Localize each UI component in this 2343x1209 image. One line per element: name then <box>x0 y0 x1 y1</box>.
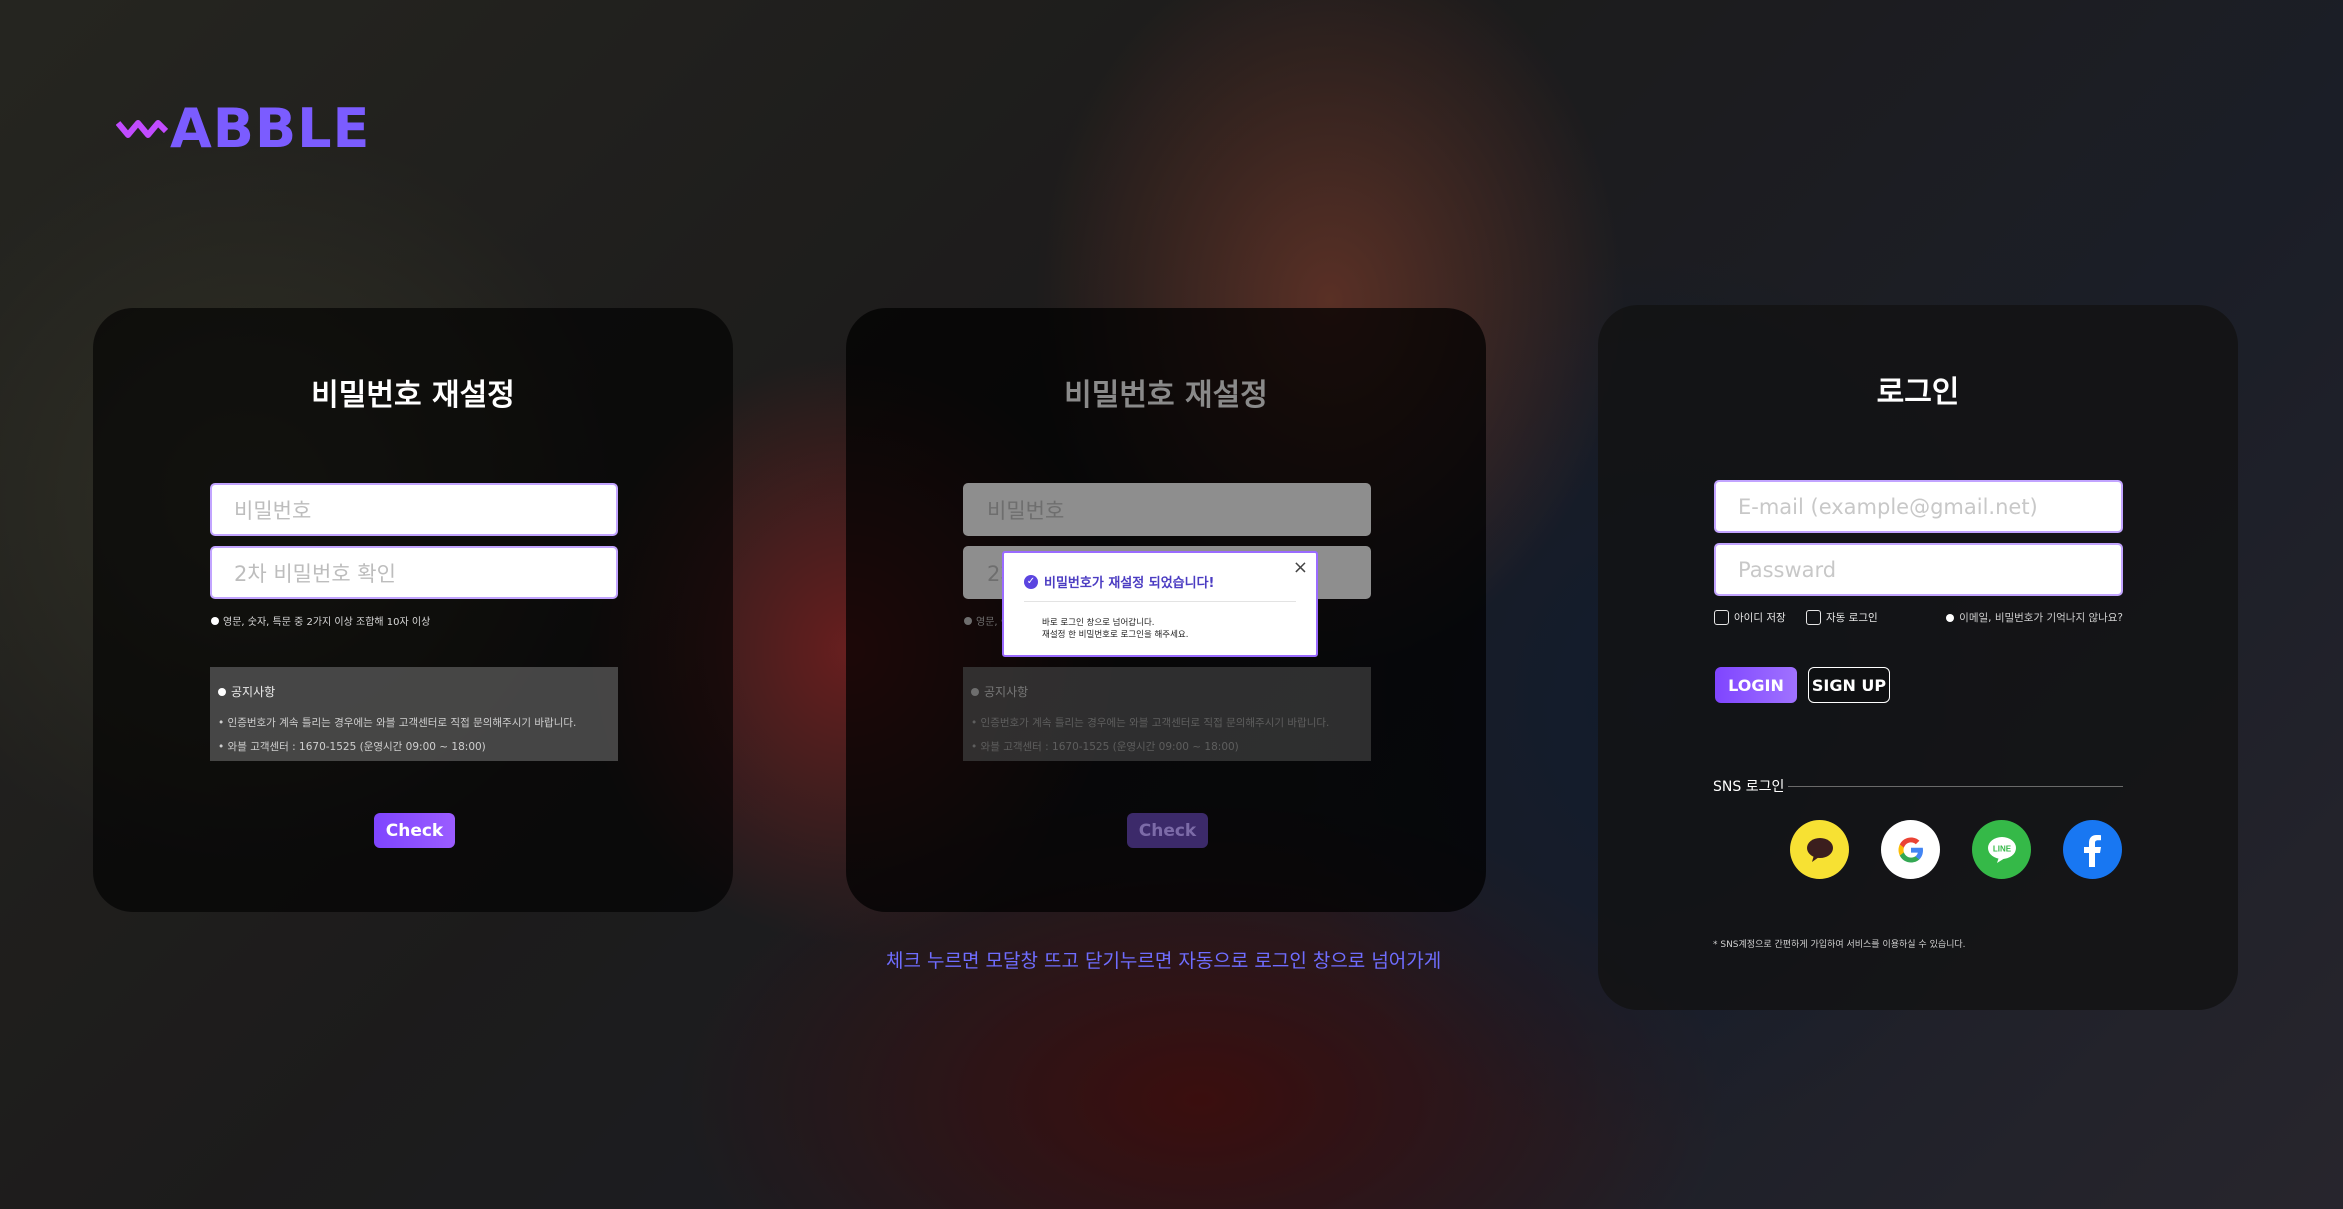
close-icon[interactable]: × <box>1293 557 1308 578</box>
password-input[interactable]: 비밀번호 <box>210 483 618 536</box>
modal-body-line: 바로 로그인 창으로 넘어갑니다. <box>1042 618 1155 628</box>
notice-line: • 인증번호가 계속 틀리는 경우에는 와블 고객센터로 직접 문의해주시기 바… <box>971 717 1330 729</box>
flow-caption-text: 체크 누르면 모달창 뜨고 닫기누르면 자동으로 로그인 창으로 넘어가게 <box>886 950 1442 972</box>
notice-line: • 와블 고객센터 : 1670-1525 (운영시간 09:00 ~ 18:0… <box>218 741 486 753</box>
brand-name: ABBLE <box>170 97 371 160</box>
google-icon[interactable] <box>1881 820 1940 879</box>
modal-title-text: 비밀번호가 재설정 되었습니다! <box>1044 576 1215 591</box>
password-confirm-input[interactable]: 2차 비밀번호 확인 <box>210 546 618 599</box>
notice-title-text: 공지사항 <box>231 685 276 699</box>
login-panel: 로그인 E-mail (example@gmail.net) Passward … <box>1598 305 2238 1010</box>
bullet-icon <box>971 687 979 696</box>
kakao-icon[interactable] <box>1790 820 1849 879</box>
forgot-credentials-link[interactable]: 이메일, 비밀번호가 기억나지 않나요? <box>1946 610 2123 625</box>
bullet-icon <box>964 616 972 625</box>
password-reset-panel: 비밀번호 재설정 비밀번호 2차 비밀번호 확인 영문, 숫자, 특문 중 2가… <box>93 308 733 912</box>
login-title: 로그인 <box>1876 375 1960 410</box>
password-hint-text: 영문, 숫자, 특문 중 2가지 이상 조합해 10자 이상 <box>223 617 431 628</box>
notice-line: • 와블 고객센터 : 1670-1525 (운영시간 09:00 ~ 18:0… <box>971 741 1239 753</box>
modal-body: 바로 로그인 창으로 넘어갑니다. 재설정 한 비밀번호로 로그인을 해주세요. <box>1042 617 1188 641</box>
bullet-icon <box>211 616 219 625</box>
auto-login-label: 자동 로그인 <box>1826 612 1878 624</box>
notice-title-text: 공지사항 <box>984 685 1029 699</box>
notice-box: 공지사항 • 인증번호가 계속 틀리는 경우에는 와블 고객센터로 직접 문의해… <box>963 667 1371 761</box>
password-hint: 영문, 숫자, 특문 중 2가지 이상 조합해 10자 이상 <box>211 613 430 628</box>
notice-box: 공지사항 • 인증번호가 계속 틀리는 경우에는 와블 고객센터로 직접 문의해… <box>210 667 618 761</box>
modal-body-line: 재설정 한 비밀번호로 로그인을 해주세요. <box>1042 630 1189 640</box>
check-circle-icon: ✓ <box>1024 574 1038 589</box>
forgot-credentials-text[interactable]: 이메일, 비밀번호가 기억나지 않나요? <box>1959 610 2123 625</box>
auto-login-checkbox[interactable]: 자동 로그인 <box>1806 610 1878 625</box>
password-input[interactable]: Passward <box>1714 543 2123 596</box>
notice-title: 공지사항 <box>218 683 610 700</box>
sns-icons: LINE <box>1790 820 2122 879</box>
logo-wave-icon <box>116 120 168 138</box>
brand-logo[interactable]: ABBLE <box>116 102 370 156</box>
reset-success-modal: ✓ 비밀번호가 재설정 되었습니다! × 바로 로그인 창으로 넘어갑니다. 재… <box>1002 551 1318 657</box>
check-button: Check <box>1127 813 1208 848</box>
notice-line: • 인증번호가 계속 틀리는 경우에는 와블 고객센터로 직접 문의해주시기 바… <box>218 717 577 729</box>
save-id-checkbox[interactable]: 아이디 저장 <box>1714 610 1786 625</box>
sns-divider <box>1788 786 2123 787</box>
sns-note: * SNS계정으로 간편하게 가입하여 서비스를 이용하실 수 있습니다. <box>1713 940 1966 950</box>
checkbox-icon[interactable] <box>1714 610 1729 625</box>
notice-title: 공지사항 <box>971 683 1363 700</box>
sns-login-label: SNS 로그인 <box>1713 779 1785 795</box>
facebook-icon[interactable] <box>2063 820 2122 879</box>
check-button[interactable]: Check <box>374 813 455 848</box>
login-options: 아이디 저장 자동 로그인 이메일, 비밀번호가 기억나지 않나요? <box>1714 610 2123 628</box>
modal-title: ✓ 비밀번호가 재설정 되었습니다! <box>1024 572 1214 591</box>
bullet-icon <box>218 687 226 696</box>
login-button[interactable]: LOGIN <box>1715 667 1797 703</box>
save-id-label: 아이디 저장 <box>1734 612 1786 624</box>
bullet-icon <box>1946 613 1955 622</box>
page-title: 비밀번호 재설정 <box>311 378 515 413</box>
line-icon[interactable]: LINE <box>1972 820 2031 879</box>
checkbox-icon[interactable] <box>1806 610 1821 625</box>
modal-divider <box>1024 601 1296 602</box>
signup-button[interactable]: SIGN UP <box>1808 667 1890 703</box>
email-input[interactable]: E-mail (example@gmail.net) <box>1714 480 2123 533</box>
svg-text:LINE: LINE <box>1992 844 2011 853</box>
password-input: 비밀번호 <box>963 483 1371 536</box>
page-title: 비밀번호 재설정 <box>1064 378 1268 413</box>
